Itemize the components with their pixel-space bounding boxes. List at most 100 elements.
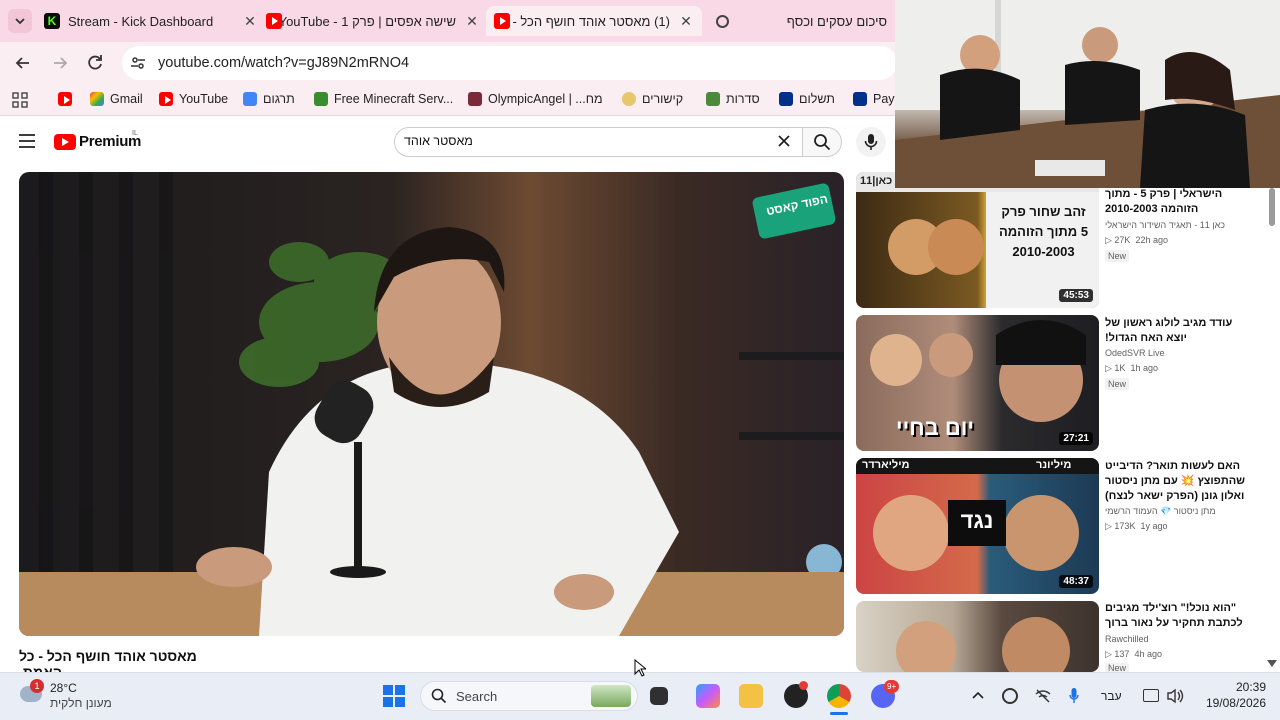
- scrollbar-thumb[interactable]: [1269, 188, 1275, 226]
- tab-youtube-shisha[interactable]: שישה אפסים | פרק 1 - YouTube ✕: [266, 6, 480, 36]
- close-icon: [778, 135, 790, 147]
- site-info-icon[interactable]: [128, 53, 148, 73]
- corner-label-left: מיליארדר: [862, 459, 910, 471]
- weather-badge: 1: [30, 679, 44, 693]
- channel-name[interactable]: כאן 11 - תאגיד השידור הישראלי: [1105, 220, 1225, 230]
- bookmark-icon: [706, 92, 720, 106]
- scroll-down-arrow[interactable]: [1267, 660, 1277, 667]
- bookmark-payl[interactable]: Payl: [853, 92, 897, 106]
- video-title[interactable]: הישראלי | פרק 5 - מתוך הזוהמה 2010-2003: [1105, 187, 1255, 217]
- youtube-icon: [54, 133, 76, 150]
- search-button[interactable]: [802, 127, 842, 157]
- channel-name[interactable]: Rawchilled: [1105, 634, 1149, 644]
- thumbnail[interactable]: מיליארדר מיליונר נגד 48:37: [856, 458, 1099, 594]
- tab-chatgpt[interactable]: סיכום עסקים וכסף: [710, 6, 895, 36]
- search-icon: [814, 134, 831, 151]
- tab-title: (1) מאסטר אוהד חושף הכל -: [512, 13, 670, 29]
- clock[interactable]: 20:39 19/08/2026: [1198, 680, 1266, 710]
- thumbnail-text: זהב שחור פרק 5 מתוך הזוהמה 2010-2003: [998, 204, 1089, 259]
- video-title[interactable]: "הוא נוכל!" רוצ'ילד מגיבים לכתבת תחקיר ע…: [1105, 601, 1255, 631]
- discord-badge: 9+: [884, 680, 900, 693]
- webcam-overlay: [895, 0, 1280, 188]
- channel-name[interactable]: מתן ניסטור 💎 העמוד הרשמי: [1105, 506, 1216, 517]
- forward-button[interactable]: [49, 52, 71, 74]
- windows-icon: [383, 685, 405, 707]
- arrow-left-icon: [15, 57, 29, 69]
- channel-name[interactable]: OdedSVR Live: [1105, 348, 1165, 358]
- close-icon[interactable]: ✕: [242, 13, 258, 30]
- tab-kick[interactable]: K Stream - Kick Dashboard ✕: [44, 6, 258, 36]
- chrome-icon[interactable]: [827, 684, 851, 708]
- chatgpt-icon: [716, 14, 729, 28]
- bookmark-series[interactable]: סדרות: [706, 92, 760, 106]
- thumbnail-art: [870, 320, 1086, 422]
- taskbar-search[interactable]: Search: [420, 681, 638, 711]
- tab-title: שישה אפסים | פרק 1 - YouTube: [282, 13, 456, 29]
- bookmark-minecraft[interactable]: Free Minecraft Serv...: [314, 92, 453, 106]
- display-icon[interactable]: [1143, 689, 1159, 702]
- language-indicator[interactable]: עבר: [1101, 689, 1122, 703]
- back-button[interactable]: [12, 52, 34, 74]
- close-icon[interactable]: ✕: [678, 13, 694, 30]
- start-button[interactable]: [383, 685, 405, 707]
- tab-youtube-active[interactable]: (1) מאסטר אוהד חושף הכל - ✕: [486, 6, 702, 36]
- weather-widget[interactable]: 1 28°C מעונן חלקית: [18, 679, 128, 714]
- bookmark-youtube-1[interactable]: [58, 92, 72, 106]
- taskbar: [0, 672, 1280, 720]
- bookmark-links[interactable]: קישורים: [622, 92, 683, 106]
- mic-tray-icon[interactable]: [1069, 687, 1079, 705]
- thumbnail[interactable]: [856, 601, 1099, 672]
- thumbnail[interactable]: כאן|11 זהב שחור פרק 5 מתוך הזוהמה 2010-2…: [856, 172, 1099, 308]
- arrow-right-icon: [54, 57, 68, 69]
- new-badge: New: [1105, 250, 1130, 262]
- corner-label-right: מיליונר: [1036, 459, 1072, 471]
- tab-title: Stream - Kick Dashboard: [68, 13, 214, 29]
- search-query: מאסטר אוהד: [404, 134, 473, 148]
- clear-search-button[interactable]: [777, 134, 791, 148]
- menu-button[interactable]: [18, 133, 36, 149]
- bookmark-icon: [468, 92, 482, 106]
- duration: 45:53: [1059, 289, 1093, 302]
- bookmark-gmail[interactable]: Gmail: [90, 92, 143, 106]
- weather-desc: מעונן חלקית: [50, 696, 112, 710]
- hamburger-icon: [19, 134, 35, 148]
- search-highlight-image: [591, 685, 631, 707]
- bookmark-olympicangel[interactable]: OlympicAngel | ...מח: [468, 92, 603, 106]
- volume-icon[interactable]: [1166, 688, 1184, 704]
- task-view-icon[interactable]: [650, 687, 668, 705]
- paypal-icon: [779, 92, 793, 106]
- video-title[interactable]: עודד מגיב לולוג ראשון של יוצא האח הגדול!: [1105, 316, 1255, 346]
- mic-icon: [864, 134, 878, 150]
- video-title[interactable]: האם לעשות תואר? הדיבייט שהתפוצץ 💥 עם מתן…: [1105, 459, 1255, 504]
- thumbnail-art: [896, 617, 1070, 672]
- translate-icon: [243, 92, 257, 106]
- duration: 27:21: [1059, 432, 1093, 445]
- copilot-icon[interactable]: [696, 684, 720, 708]
- tab-search-button[interactable]: [8, 9, 32, 33]
- voice-search-button[interactable]: [856, 127, 886, 157]
- close-icon[interactable]: ✕: [464, 13, 480, 30]
- bookmark-youtube[interactable]: YouTube: [159, 92, 228, 106]
- tab-title: סיכום עסקים וכסף: [786, 13, 887, 29]
- apps-icon[interactable]: [12, 92, 28, 108]
- search-icon: [431, 688, 447, 704]
- bookmark-payment[interactable]: תשלום: [779, 92, 835, 106]
- tray-overflow-icon[interactable]: [972, 690, 984, 700]
- file-explorer-icon[interactable]: [739, 684, 763, 708]
- bookmark-translate[interactable]: תרגום: [243, 92, 295, 106]
- thumbnail-text: נגד: [960, 508, 994, 533]
- youtube-logo[interactable]: Premium: [54, 133, 141, 150]
- video-meta: ▷ 173K 1y ago: [1105, 521, 1168, 531]
- network-off-icon[interactable]: [1035, 688, 1051, 704]
- thumbnail[interactable]: יום בחיי 27:21: [856, 315, 1099, 451]
- youtube-icon: [494, 13, 510, 29]
- video-player[interactable]: הפוד קאסט: [19, 172, 844, 636]
- sync-icon[interactable]: [1002, 688, 1018, 704]
- url-text[interactable]: youtube.com/watch?v=gJ89N2mRNO4: [158, 55, 409, 71]
- notification-dot: [799, 681, 808, 690]
- clock-time: 20:39: [1235, 680, 1266, 694]
- new-badge: New: [1105, 378, 1130, 390]
- chevron-down-icon: [15, 18, 25, 25]
- weather-temp: 28°C: [50, 681, 77, 695]
- reload-button[interactable]: [84, 52, 106, 74]
